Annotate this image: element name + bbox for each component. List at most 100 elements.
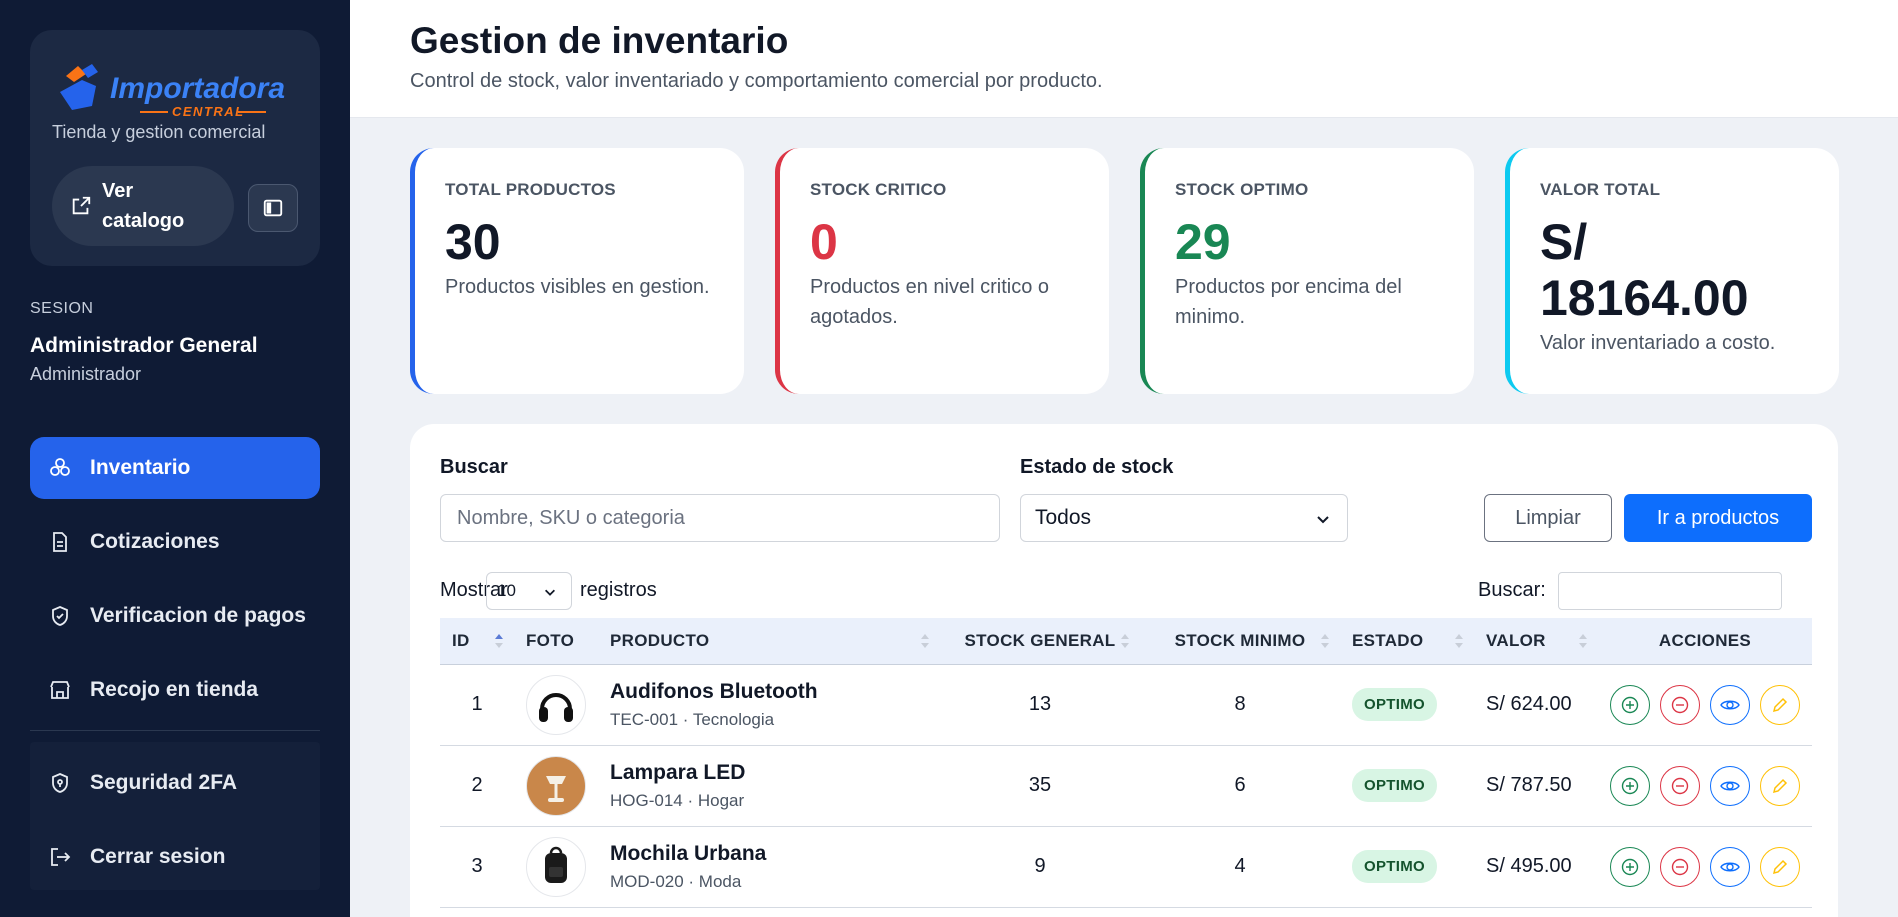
minus-circle-icon — [1671, 696, 1689, 713]
remove-stock-button[interactable] — [1660, 846, 1700, 887]
external-link-icon — [72, 196, 91, 215]
edit-button[interactable] — [1760, 846, 1800, 887]
add-stock-button[interactable] — [1610, 846, 1650, 887]
edit-button[interactable] — [1760, 765, 1800, 806]
status-badge: OPTIMO — [1352, 850, 1437, 883]
brand-logo: Importadora CENTRAL — [60, 64, 285, 119]
column-header-id[interactable]: ID — [440, 618, 514, 665]
stat-card-stock-optimo: STOCK OPTIMO 29 Productos por encima del… — [1140, 148, 1474, 394]
stat-value: S/ 18164.00 — [1540, 214, 1749, 326]
nav-item-cotizaciones[interactable]: Cotizaciones — [30, 511, 320, 573]
view-catalog-label: Ver catalogo — [102, 180, 185, 232]
stat-label: STOCK CRITICO — [810, 180, 947, 199]
page-length-value: 10 — [497, 581, 516, 600]
cell-stock-general: 9 — [1034, 855, 1046, 877]
cell-stock-minimo: 8 — [1234, 693, 1246, 715]
column-header-foto: FOTO — [514, 618, 598, 665]
pencil-icon — [1772, 697, 1788, 712]
plus-circle-icon — [1621, 858, 1639, 875]
main-content: Gestion de inventario Control de stock, … — [350, 0, 1898, 917]
search-input[interactable] — [440, 494, 1000, 542]
document-icon — [53, 532, 67, 552]
stat-description: Productos visibles en gestion. — [445, 276, 710, 298]
cell-stock-general: 35 — [1028, 774, 1052, 796]
stat-card-valor-total: VALOR TOTAL S/ 18164.00 Valor inventaria… — [1505, 148, 1839, 394]
product-thumbnail — [526, 836, 586, 897]
sort-icon — [1579, 634, 1587, 648]
sort-icon — [1321, 634, 1329, 648]
add-stock-button[interactable] — [1610, 765, 1650, 806]
eye-icon — [1720, 781, 1740, 790]
cell-value: S/ 787.50 — [1486, 774, 1572, 796]
lamp-icon — [546, 775, 566, 802]
table-header-row: ID FOTO PRODUCTO STOCK GENERAL STOCK MIN… — [440, 618, 1812, 665]
table-row: 1 Audifonos Bluetooth TEC-001 · Tecnolog… — [440, 664, 1812, 745]
page-header: Gestion de inventario Control de stock, … — [350, 0, 1898, 118]
cell-status: OPTIMO — [1340, 745, 1474, 826]
view-catalog-button[interactable]: Ver catalogo — [52, 166, 234, 246]
store-icon — [50, 681, 70, 699]
product-sku: HOG-014 · Hogar — [610, 790, 745, 810]
cell-value: S/ 624.00 — [1486, 693, 1572, 715]
shield-check-icon — [52, 606, 68, 626]
cell-photo — [514, 745, 598, 826]
product-name: Audifonos Bluetooth — [610, 679, 818, 703]
nav-item-seguridad-2fa[interactable]: Seguridad 2FA — [30, 752, 320, 814]
remove-stock-button[interactable] — [1660, 684, 1700, 725]
eye-icon — [1720, 862, 1740, 871]
column-header-stock-minimo[interactable]: STOCK MINIMO — [1140, 618, 1340, 665]
sidebar-toggle-button[interactable] — [248, 184, 298, 232]
page-title: Gestion de inventario — [410, 20, 789, 61]
stat-description: Productos por encima del minimo. — [1175, 276, 1402, 328]
remove-stock-button[interactable] — [1660, 765, 1700, 806]
go-to-products-button[interactable]: Ir a productos — [1624, 494, 1812, 542]
plus-circle-icon — [1621, 777, 1639, 794]
cell-product: Lampara LED HOG-014 · Hogar — [598, 745, 940, 826]
cell-actions — [1598, 826, 1812, 907]
cell-product: Audifonos Bluetooth TEC-001 · Tecnologia — [598, 664, 940, 745]
page-length-select[interactable]: 10 — [486, 572, 572, 610]
chevron-down-icon — [545, 589, 555, 596]
table-search-input[interactable] — [1558, 572, 1782, 610]
sort-icon — [921, 634, 929, 648]
column-header-valor[interactable]: VALOR — [1474, 618, 1598, 665]
stock-status-select[interactable]: Todos — [1020, 494, 1348, 542]
product-name: Mochila Urbana — [610, 841, 767, 865]
table-search-label: Buscar: — [1478, 579, 1546, 601]
table-row: 2 Lampara LED HOG-014 · Hogar 35 6 OPTIM… — [440, 745, 1812, 826]
column-header-stock-general[interactable]: STOCK GENERAL — [940, 618, 1140, 665]
minus-circle-icon — [1671, 777, 1689, 794]
cell-photo — [514, 664, 598, 745]
product-name: Lampara LED — [610, 760, 746, 784]
clear-button[interactable]: Limpiar — [1484, 494, 1612, 542]
column-header-acciones: ACCIONES — [1598, 618, 1812, 665]
pencil-icon — [1772, 859, 1788, 874]
nav-label-cerrar-sesion: Cerrar sesion — [90, 845, 226, 868]
view-button[interactable] — [1710, 765, 1750, 806]
sort-icon — [1455, 634, 1463, 648]
backpack-icon — [545, 846, 567, 883]
column-header-producto[interactable]: PRODUCTO — [598, 618, 940, 665]
cell-id: 1 — [471, 693, 483, 715]
logout-icon — [51, 848, 71, 866]
stat-description: Productos en nivel critico o agotados. — [810, 276, 1050, 328]
session-label: SESION — [30, 300, 94, 317]
session-user-name: Administrador General — [30, 334, 258, 357]
table-row: 3 Mochila Urbana MOD-020 · Moda 9 4 OPTI… — [440, 826, 1812, 907]
nav-item-cerrar-sesion[interactable]: Cerrar sesion — [30, 826, 320, 888]
column-header-estado[interactable]: ESTADO — [1340, 618, 1474, 665]
nav-item-recojo-tienda[interactable]: Recojo en tienda — [30, 659, 320, 721]
headphones-icon — [539, 692, 573, 722]
view-button[interactable] — [1710, 684, 1750, 725]
brand-tagline: Tienda y gestion comercial — [52, 122, 266, 142]
view-button[interactable] — [1710, 846, 1750, 887]
nav-item-verificacion-pagos[interactable]: Verificacion de pagos — [30, 585, 320, 647]
nav-item-inventario[interactable]: Inventario — [30, 437, 320, 499]
minus-circle-icon — [1671, 858, 1689, 875]
add-stock-button[interactable] — [1610, 684, 1650, 725]
eye-icon — [1720, 700, 1740, 709]
product-thumbnail — [526, 755, 586, 816]
nav-label-inventario: Inventario — [90, 456, 191, 479]
edit-button[interactable] — [1760, 684, 1800, 725]
session-user-role: Administrador — [30, 364, 142, 384]
